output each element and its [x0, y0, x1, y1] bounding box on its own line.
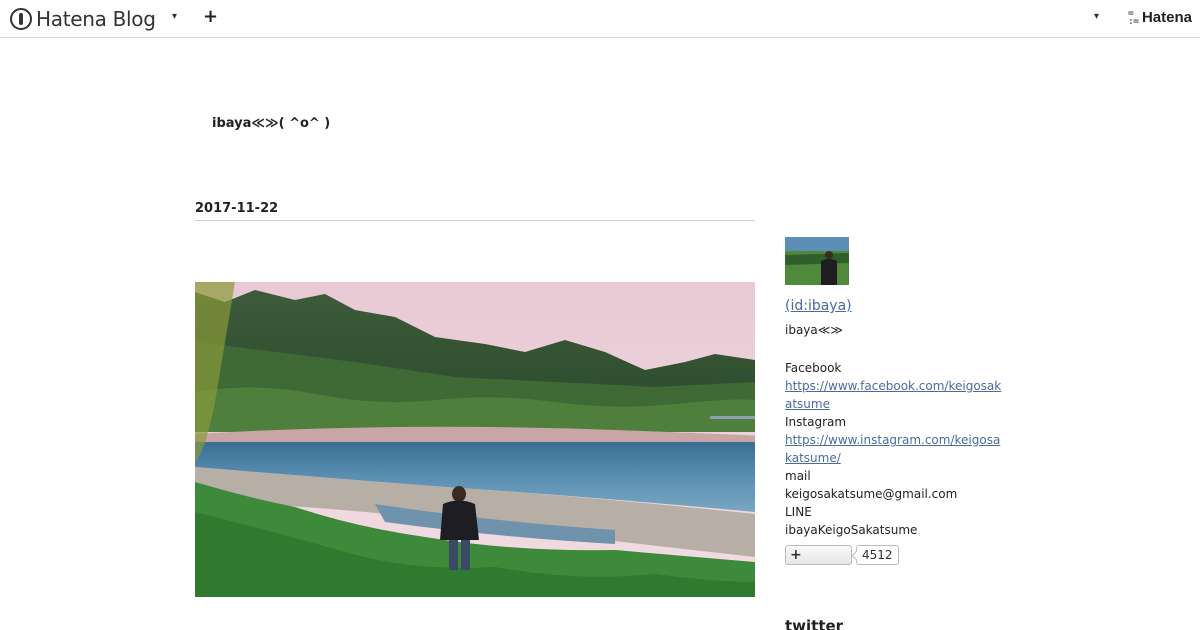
hatena-logo-icon: =:=: [1127, 7, 1139, 27]
caret-down-icon[interactable]: ▾: [172, 11, 177, 22]
bookmark-count[interactable]: 4512: [856, 545, 899, 565]
profile-description: Facebook https://www.facebook.com/keigos…: [785, 359, 1005, 539]
blog-title[interactable]: ibaya≪≫( ^o^ ): [212, 116, 330, 131]
profile-avatar[interactable]: [785, 237, 849, 285]
line-value: ibayaKeigoSakatsume: [785, 523, 918, 537]
hatena-brand-link[interactable]: =:= Hatena: [1127, 7, 1192, 27]
add-bookmark-button[interactable]: +: [785, 545, 852, 565]
twitter-section-heading: twitter: [785, 617, 844, 630]
river-landscape-image: [195, 282, 755, 597]
date-divider: [195, 220, 755, 221]
hatena-blog-logo-icon: [10, 8, 32, 30]
profile-id-link[interactable]: (id:ibaya): [785, 298, 852, 314]
instagram-link[interactable]: https://www.instagram.com/keigosakatsume…: [785, 431, 1005, 467]
hatena-blog-logo[interactable]: Hatena Blog: [10, 7, 156, 31]
facebook-label: Facebook: [785, 361, 842, 375]
avatar-image: [785, 237, 849, 285]
entry-date[interactable]: 2017-11-22: [195, 201, 278, 216]
line-label: LINE: [785, 505, 812, 519]
plus-icon[interactable]: +: [203, 6, 218, 27]
logo-text: Hatena Blog: [36, 7, 156, 31]
global-header: Hatena Blog ▾ + ▾ =:= Hatena: [0, 0, 1200, 38]
entry-photo: [195, 282, 755, 597]
facebook-link[interactable]: https://www.facebook.com/keigosakatsume: [785, 377, 1005, 413]
profile-name: ibaya≪≫: [785, 323, 843, 337]
hatena-brand-text: Hatena: [1141, 9, 1192, 26]
mail-value: keigosakatsume@gmail.com: [785, 487, 958, 501]
mail-label: mail: [785, 469, 811, 483]
bookmark-widget: + 4512: [785, 545, 899, 565]
account-menu-caret-icon[interactable]: ▾: [1094, 11, 1099, 22]
instagram-label: Instagram: [785, 415, 847, 429]
